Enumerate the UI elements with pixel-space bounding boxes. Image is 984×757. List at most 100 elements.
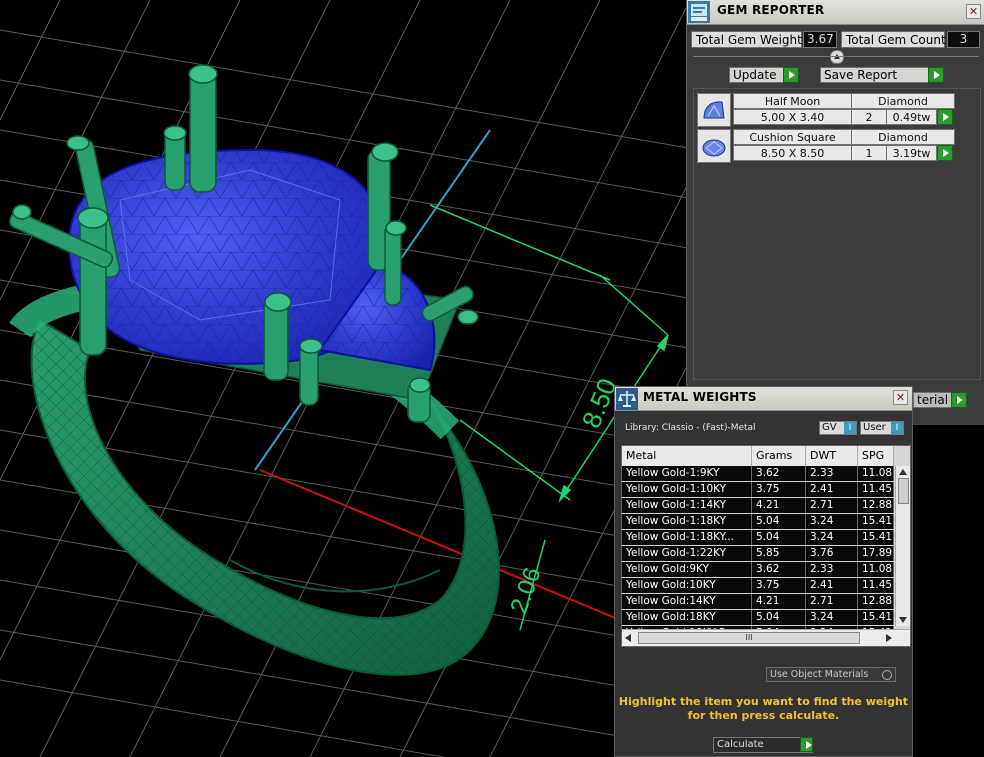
gv-toggle-label: GV bbox=[822, 422, 837, 433]
instruction-line-2: for then press calculate. bbox=[687, 709, 840, 722]
column-header-grams[interactable]: Grams bbox=[752, 446, 806, 466]
dwt-cell: 3.76 bbox=[806, 546, 858, 561]
dwt-cell: 3.24 bbox=[806, 610, 858, 625]
metal-name-cell: Yellow Gold-1:14KY bbox=[622, 498, 752, 513]
metal-name-cell: Yellow Gold-1:10KY bbox=[622, 482, 752, 497]
metal-weights-app-icon bbox=[616, 388, 638, 410]
user-toggle-label: User bbox=[863, 422, 886, 433]
gem-select-go-icon[interactable] bbox=[937, 145, 953, 161]
scroll-thumb[interactable] bbox=[898, 478, 909, 504]
metal-weights-titlebar[interactable]: METAL WEIGHTS ✕ bbox=[615, 387, 912, 411]
panel-divider bbox=[693, 56, 979, 57]
table-row[interactable]: Yellow Gold:9KY 3.62 2.33 11.08 bbox=[622, 562, 894, 578]
gem-shape-cell: Half Moon bbox=[733, 93, 852, 109]
gem-count-cell: 1 bbox=[851, 145, 887, 161]
spg-cell: 17.89 bbox=[858, 546, 894, 561]
use-object-materials-toggle[interactable]: Use Object Materials bbox=[766, 667, 896, 682]
save-report-go-icon bbox=[928, 67, 944, 83]
grams-cell: 3.62 bbox=[752, 466, 806, 481]
gem-reporter-app-icon bbox=[688, 1, 710, 23]
table-row[interactable]: Yellow Gold:10KY 3.75 2.41 11.45 bbox=[622, 578, 894, 594]
gem-select-go-icon[interactable] bbox=[937, 109, 953, 125]
calculate-button[interactable]: Calculate bbox=[713, 737, 813, 753]
save-report-button[interactable]: Save Report bbox=[820, 67, 944, 83]
spg-cell: 15.41 bbox=[858, 514, 894, 529]
half-moon-thumbnail-icon bbox=[697, 93, 731, 127]
scroll-up-arrow-icon[interactable] bbox=[899, 469, 907, 475]
spg-cell: 11.45 bbox=[858, 482, 894, 497]
gem-list-item[interactable]: Cushion Square Diamond 8.50 X 8.50 1 3.1… bbox=[697, 129, 955, 163]
table-row[interactable]: Yellow Gold-1:22KY 5.85 3.76 17.89 bbox=[622, 546, 894, 562]
total-gem-count-label: Total Gem Count bbox=[841, 31, 946, 48]
scroll-down-arrow-icon[interactable] bbox=[899, 617, 907, 623]
scroll-left-arrow-icon[interactable] bbox=[625, 634, 631, 642]
spg-cell: 11.08 bbox=[858, 562, 894, 577]
update-go-icon bbox=[783, 67, 799, 83]
metal-weights-panel: METAL WEIGHTS ✕ Library: Classio - (Fast… bbox=[614, 386, 913, 757]
user-toggle[interactable]: User I bbox=[860, 421, 904, 435]
gem-reporter-titlebar[interactable]: GEM REPORTER ✕ bbox=[687, 0, 984, 25]
column-header-spg[interactable]: SPG bbox=[858, 446, 894, 466]
metal-name-cell: Yellow Gold-1:22KY bbox=[622, 546, 752, 561]
spg-cell: 15.41 bbox=[858, 610, 894, 625]
dwt-cell: 2.33 bbox=[806, 466, 858, 481]
metal-name-cell: Yellow Gold-1:18KY bbox=[622, 514, 752, 529]
gv-toggle[interactable]: GV I bbox=[819, 421, 857, 435]
gem-weight-cell: 3.19tw bbox=[886, 145, 937, 161]
dwt-cell: 3.24 bbox=[806, 530, 858, 545]
material-button-label: terial bbox=[917, 393, 949, 407]
table-row[interactable]: Yellow Gold-1:14KY 4.21 2.71 12.88 bbox=[622, 498, 894, 514]
table-row[interactable]: Yellow Gold-1:10KY 3.75 2.41 11.45 bbox=[622, 482, 894, 498]
grams-cell: 5.85 bbox=[752, 546, 806, 561]
update-button-label: Update bbox=[733, 68, 777, 82]
gem-reporter-close-button[interactable]: ✕ bbox=[966, 4, 981, 19]
spg-cell: 11.08 bbox=[858, 466, 894, 481]
table-row[interactable]: Yellow Gold-1:9KY 3.62 2.33 11.08 bbox=[622, 466, 894, 482]
table-vertical-scrollbar[interactable] bbox=[895, 466, 910, 626]
dwt-cell: 2.41 bbox=[806, 578, 858, 593]
panel-collapse-icon[interactable] bbox=[830, 50, 844, 64]
instruction-line-1: Highlight the item you want to find the … bbox=[618, 695, 909, 708]
gem-count-cell: 2 bbox=[851, 109, 887, 125]
scroll-right-arrow-icon[interactable] bbox=[886, 634, 892, 642]
save-report-button-label: Save Report bbox=[824, 68, 898, 82]
gem-weight-cell: 0.49tw bbox=[886, 109, 937, 125]
cushion-square-thumbnail-icon bbox=[697, 129, 731, 163]
horizontal-scroll-thumb[interactable]: III bbox=[638, 632, 860, 644]
library-label: Library: Classio - (Fast)-Metal bbox=[625, 423, 756, 433]
grams-cell: 3.62 bbox=[752, 562, 806, 577]
material-button[interactable]: terial bbox=[913, 392, 967, 408]
table-horizontal-scrollbar[interactable]: III bbox=[622, 629, 910, 646]
spg-cell: 15.41 bbox=[858, 530, 894, 545]
dwt-cell: 3.24 bbox=[806, 514, 858, 529]
metal-name-cell: Yellow Gold-1:9KY bbox=[622, 466, 752, 481]
update-button[interactable]: Update bbox=[729, 67, 799, 83]
grams-cell: 4.21 bbox=[752, 594, 806, 609]
gem-size-cell: 5.00 X 3.40 bbox=[733, 109, 852, 125]
metal-weights-title: METAL WEIGHTS bbox=[643, 390, 757, 404]
total-gem-weight-value: 3.67 bbox=[803, 31, 837, 48]
table-row[interactable]: Yellow Gold:18KY 5.04 3.24 15.41 bbox=[622, 610, 894, 626]
gem-list-item[interactable]: Half Moon Diamond 5.00 X 3.40 2 0.49tw bbox=[697, 93, 955, 127]
gem-shape-cell: Cushion Square bbox=[733, 129, 852, 145]
gv-toggle-indicator: I bbox=[844, 422, 856, 434]
spg-cell: 11.45 bbox=[858, 578, 894, 593]
gem-size-cell: 8.50 X 8.50 bbox=[733, 145, 852, 161]
metal-weights-table[interactable]: Metal Grams DWT SPG Yellow Gold-1:9KY 3.6… bbox=[621, 445, 911, 647]
gem-reporter-panel: GEM REPORTER ✕ Total Gem Weight 3.67 Tot… bbox=[686, 0, 984, 425]
total-gem-count-value: 3 bbox=[947, 31, 980, 48]
gem-reporter-title: GEM REPORTER bbox=[717, 3, 825, 17]
column-header-metal[interactable]: Metal bbox=[622, 446, 752, 466]
metal-weights-close-button[interactable]: ✕ bbox=[893, 390, 908, 405]
dwt-cell: 2.71 bbox=[806, 498, 858, 513]
column-header-dwt[interactable]: DWT bbox=[806, 446, 858, 466]
table-row[interactable]: Yellow Gold-1:18KY... 5.04 3.24 15.41 bbox=[622, 530, 894, 546]
table-row[interactable]: Yellow Gold:14KY 4.21 2.71 12.88 bbox=[622, 594, 894, 610]
metal-name-cell: Yellow Gold:9KY bbox=[622, 562, 752, 577]
dwt-cell: 2.71 bbox=[806, 594, 858, 609]
use-object-materials-label: Use Object Materials bbox=[770, 669, 869, 680]
grams-cell: 5.04 bbox=[752, 530, 806, 545]
table-row[interactable]: Yellow Gold-1:18KY 5.04 3.24 15.41 bbox=[622, 514, 894, 530]
metal-name-cell: Yellow Gold:10KY bbox=[622, 578, 752, 593]
metal-name-cell: Yellow Gold:14KY bbox=[622, 594, 752, 609]
